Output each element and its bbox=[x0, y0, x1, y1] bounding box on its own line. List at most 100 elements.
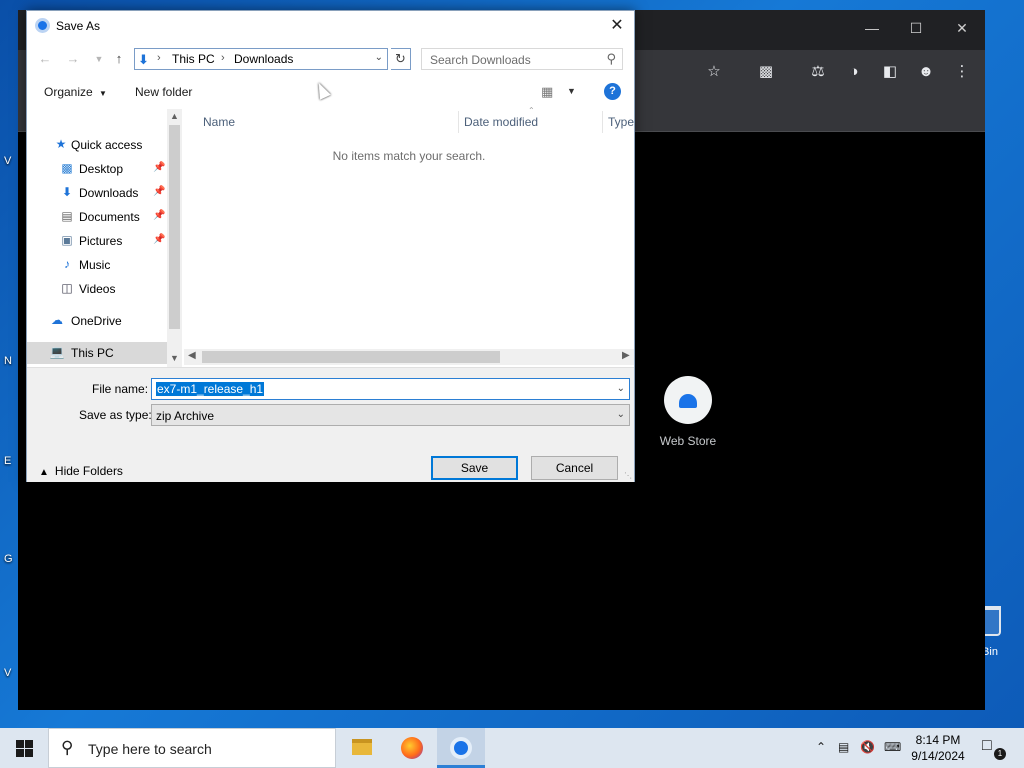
save-as-type-label: Save as type: bbox=[79, 408, 152, 422]
nav-item-pictures[interactable]: ▣ Pictures 📌 bbox=[27, 230, 167, 252]
chrome-icon bbox=[450, 737, 472, 759]
resize-grip-icon[interactable]: ⋱ bbox=[624, 471, 632, 480]
save-as-type-dropdown-chevron-icon[interactable]: ⌄ bbox=[617, 409, 625, 420]
side-panel-icon[interactable]: ◧ bbox=[880, 62, 900, 82]
nav-this-pc[interactable]: 💻 This PC bbox=[27, 342, 167, 364]
new-folder-button[interactable]: New folder bbox=[135, 85, 192, 99]
clock-date: 9/14/2024 bbox=[911, 749, 965, 763]
pin-icon: 📌 bbox=[153, 186, 166, 197]
breadcrumb-separator-icon[interactable]: › bbox=[221, 52, 225, 64]
taskbar-chrome[interactable] bbox=[437, 728, 485, 768]
tray-overflow-chevron-icon[interactable]: ⌃ bbox=[816, 740, 826, 754]
forward-arrow-icon[interactable]: → bbox=[65, 50, 81, 68]
performance-icon[interactable]: ◑ bbox=[844, 62, 864, 82]
folder-icon bbox=[352, 739, 372, 755]
scrollbar-thumb[interactable] bbox=[202, 351, 500, 363]
clock-time: 8:14 PM bbox=[915, 733, 961, 747]
desktop-icon-label-fragment[interactable]: E bbox=[4, 455, 11, 467]
cancel-button[interactable]: Cancel bbox=[531, 456, 618, 480]
column-header-type[interactable]: Type bbox=[608, 115, 634, 129]
recent-locations-chevron-icon[interactable]: ▼ bbox=[91, 50, 107, 68]
search-placeholder: Search Downloads bbox=[430, 53, 531, 67]
close-icon[interactable]: ✕ bbox=[950, 20, 974, 37]
refresh-icon[interactable]: ↻ bbox=[391, 48, 411, 70]
back-arrow-icon[interactable]: ← bbox=[37, 50, 53, 68]
nav-this-pc-label: This PC bbox=[71, 346, 114, 360]
file-list-horizontal-scrollbar[interactable]: ◀ ▶ bbox=[184, 349, 634, 365]
navigation-pane-scrollbar[interactable]: ▲ ▼ bbox=[167, 109, 182, 367]
volume-muted-icon[interactable]: 🔇 bbox=[860, 740, 875, 754]
maximize-icon[interactable]: ☐ bbox=[904, 20, 928, 37]
help-icon[interactable]: ? bbox=[604, 83, 621, 100]
scroll-down-arrow-icon[interactable]: ▼ bbox=[169, 353, 180, 363]
organize-button[interactable]: Organize ▼ bbox=[44, 85, 107, 99]
pin-icon: 📌 bbox=[153, 234, 166, 245]
nav-onedrive[interactable]: ☁ OneDrive bbox=[27, 310, 167, 332]
bookmark-star-icon[interactable]: ☆ bbox=[704, 62, 724, 82]
input-indicator-icon[interactable]: ⌨ bbox=[884, 740, 901, 754]
address-bar[interactable]: ⬇ › This PC › Downloads ⌄ bbox=[134, 48, 388, 70]
desktop-icon-label-fragment[interactable]: N bbox=[4, 355, 12, 367]
minimize-icon[interactable]: — bbox=[860, 20, 884, 36]
empty-message: No items match your search. bbox=[332, 149, 486, 163]
scroll-up-arrow-icon[interactable]: ▲ bbox=[169, 111, 180, 121]
breadcrumb-downloads[interactable]: Downloads bbox=[234, 52, 293, 66]
labs-flask-icon[interactable]: ⚖ bbox=[808, 62, 828, 82]
taskbar-file-explorer[interactable] bbox=[338, 728, 386, 768]
view-options-dropdown-icon[interactable]: ▼ bbox=[567, 86, 576, 96]
profile-avatar-icon[interactable]: ☻ bbox=[916, 62, 936, 82]
cloud-icon: ☁ bbox=[51, 313, 63, 327]
nav-item-music[interactable]: ♪ Music bbox=[27, 254, 167, 276]
nav-item-label: Music bbox=[79, 258, 111, 272]
desktop-icon-label-fragment[interactable]: V bbox=[4, 155, 11, 167]
nav-item-label: Desktop bbox=[79, 162, 124, 176]
save-as-dialog: Save As ✕ ← → ▼ ↑ ⬇ › This PC › Download… bbox=[26, 10, 635, 482]
scrollbar-thumb[interactable] bbox=[169, 125, 180, 329]
column-divider[interactable] bbox=[458, 111, 459, 133]
web-store-shortcut[interactable]: Web Store bbox=[638, 376, 738, 448]
save-as-type-value: zip Archive bbox=[156, 409, 215, 423]
network-icon[interactable]: ▤ bbox=[838, 740, 849, 754]
hide-folders-toggle[interactable]: ▲ Hide Folders bbox=[39, 464, 123, 478]
column-header-date-modified[interactable]: Date modified bbox=[464, 115, 538, 129]
scroll-right-arrow-icon[interactable]: ▶ bbox=[622, 350, 630, 361]
taskbar-clock[interactable]: 8:14 PM 9/14/2024 bbox=[900, 732, 976, 764]
nav-item-videos[interactable]: ◫ Videos bbox=[27, 278, 167, 300]
nav-item-label: Documents bbox=[79, 210, 140, 224]
file-name-input[interactable]: ex7-m1_release_h1 ⌄ bbox=[151, 378, 630, 400]
column-divider[interactable] bbox=[602, 111, 603, 133]
breadcrumb-this-pc[interactable]: This PC bbox=[172, 52, 215, 66]
search-icon: ⚲ bbox=[61, 738, 74, 757]
downloads-location-icon: ⬇ bbox=[138, 52, 149, 67]
column-header-name[interactable]: Name bbox=[203, 115, 235, 129]
nav-quick-access-label: Quick access bbox=[71, 138, 143, 152]
up-arrow-icon[interactable]: ↑ bbox=[111, 50, 127, 68]
dialog-titlebar: Save As ✕ bbox=[27, 11, 634, 41]
file-name-dropdown-chevron-icon[interactable]: ⌄ bbox=[617, 383, 625, 394]
desktop-icon-label-fragment[interactable]: G bbox=[4, 553, 13, 565]
file-list[interactable]: Name ⌃ Date modified Type No items match… bbox=[184, 106, 634, 349]
sort-caret-icon: ⌃ bbox=[528, 106, 535, 115]
save-as-type-select[interactable]: zip Archive ⌄ bbox=[151, 404, 630, 426]
search-box[interactable]: Search Downloads ⚲ bbox=[421, 48, 623, 70]
chrome-app-icon bbox=[35, 18, 50, 33]
scroll-left-arrow-icon[interactable]: ◀ bbox=[188, 350, 196, 361]
taskbar-search[interactable]: ⚲ Type here to search bbox=[48, 728, 336, 768]
taskbar-firefox[interactable] bbox=[388, 728, 436, 768]
breadcrumb-separator-icon[interactable]: › bbox=[157, 52, 161, 64]
nav-item-desktop[interactable]: ▩ Desktop 📌 bbox=[27, 158, 167, 180]
notifications-icon[interactable]: □ bbox=[982, 737, 992, 755]
change-view-icon[interactable]: ▦ bbox=[541, 84, 553, 100]
menu-kebab-icon[interactable]: ⋮ bbox=[952, 62, 972, 82]
start-button[interactable] bbox=[0, 728, 48, 768]
nav-quick-access[interactable]: ★ Quick access bbox=[27, 134, 167, 156]
nav-item-downloads[interactable]: ⬇ Downloads 📌 bbox=[27, 182, 167, 204]
pictures-icon: ▣ bbox=[61, 233, 73, 247]
desktop-icon-label-fragment[interactable]: V bbox=[4, 667, 11, 679]
extensions-icon[interactable]: ▩ bbox=[756, 62, 776, 82]
firefox-icon bbox=[401, 737, 423, 759]
address-dropdown-chevron-icon[interactable]: ⌄ bbox=[375, 52, 383, 63]
nav-item-documents[interactable]: ▤ Documents 📌 bbox=[27, 206, 167, 228]
dialog-close-button[interactable]: ✕ bbox=[606, 15, 628, 37]
save-button[interactable]: Save bbox=[431, 456, 518, 480]
